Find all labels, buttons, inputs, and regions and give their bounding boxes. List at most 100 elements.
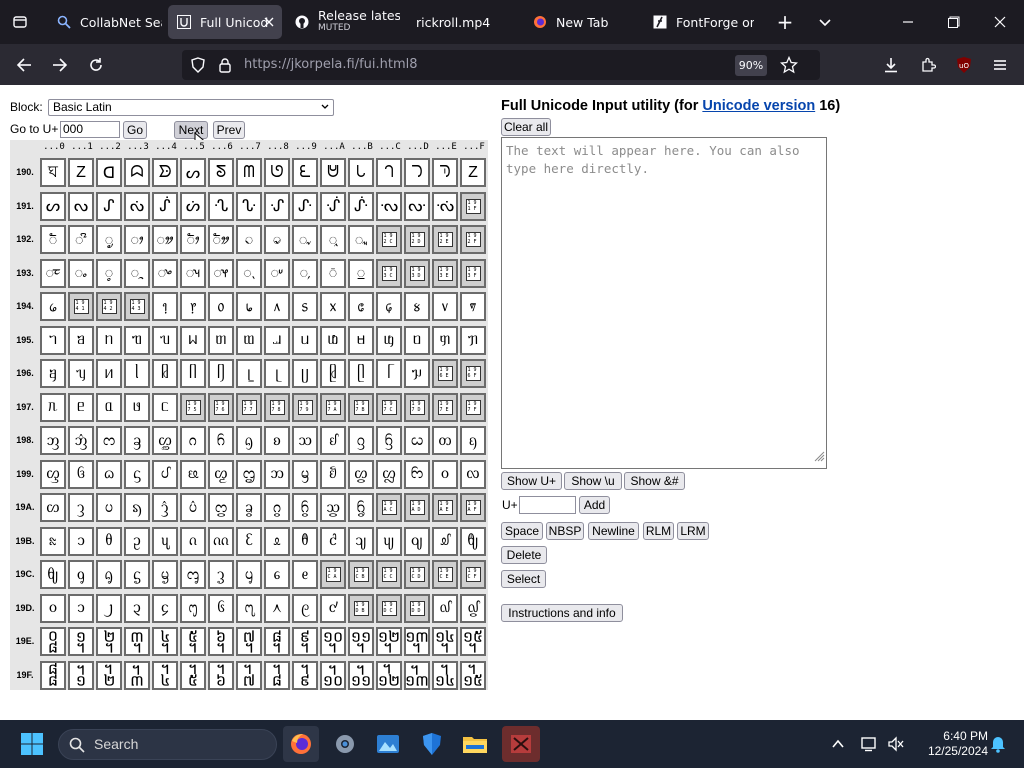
back-button[interactable] bbox=[10, 51, 38, 79]
char-cell[interactable]: ᦳ bbox=[124, 526, 150, 556]
char-cell[interactable]: ◌ᤱ bbox=[68, 258, 94, 288]
char-cell[interactable]: ᔛ bbox=[320, 191, 346, 221]
char-cell[interactable]: ᦎ bbox=[432, 426, 458, 455]
photos-taskbar-icon[interactable] bbox=[372, 728, 404, 760]
tab-4[interactable]: rickroll.mp4 bbox=[404, 5, 518, 39]
char-cell[interactable]: ᥖ bbox=[208, 325, 234, 355]
char-cell[interactable]: ᦧ bbox=[236, 493, 262, 522]
char-cell[interactable]: ᧒ bbox=[96, 593, 122, 623]
char-cell[interactable]: ᥙ bbox=[292, 325, 318, 355]
char-cell[interactable]: 197D bbox=[404, 392, 430, 422]
char-cell[interactable]: 1977 bbox=[236, 392, 262, 422]
menu-icon[interactable] bbox=[986, 51, 1014, 79]
char-cell[interactable]: ᥨ bbox=[264, 359, 290, 388]
char-cell[interactable]: ᦋ bbox=[348, 426, 374, 455]
char-cell[interactable]: ᥳ bbox=[124, 392, 150, 422]
clock[interactable]: 6:40 PM 12/25/2024 bbox=[920, 729, 988, 759]
char-cell[interactable]: ᔕ bbox=[40, 191, 66, 221]
char-cell[interactable]: 19AC bbox=[376, 493, 402, 522]
char-cell[interactable]: ◌ᤢ bbox=[96, 225, 122, 254]
char-cell[interactable]: ᧩ bbox=[292, 627, 318, 656]
tab-6[interactable]: FontForge on bbox=[644, 5, 754, 39]
ublock-origin-icon[interactable]: uO bbox=[950, 51, 978, 79]
windows-start-icon[interactable] bbox=[16, 728, 48, 760]
char-cell[interactable]: ᧯ bbox=[460, 627, 486, 656]
nbsp-button[interactable]: NBSP bbox=[546, 522, 584, 540]
char-cell[interactable]: ᥆ bbox=[208, 292, 234, 321]
close-window-button[interactable] bbox=[986, 8, 1014, 36]
char-cell[interactable]: ᗰ bbox=[236, 158, 262, 187]
char-cell[interactable]: ᦼ bbox=[376, 526, 402, 556]
clear-all-button[interactable]: Clear all bbox=[501, 118, 551, 136]
char-cell[interactable]: ◌ᤪ bbox=[320, 225, 346, 254]
reload-button[interactable] bbox=[82, 51, 110, 79]
fontforge-taskbar-icon[interactable] bbox=[502, 726, 540, 762]
char-cell[interactable]: ᧇ bbox=[236, 560, 262, 589]
char-cell[interactable]: ᦻ bbox=[348, 526, 374, 556]
char-cell[interactable]: ◌ᤤ bbox=[152, 225, 178, 254]
char-cell[interactable]: ◌ᤸ bbox=[264, 258, 290, 288]
char-cell[interactable]: ᧗ bbox=[236, 593, 262, 623]
char-cell[interactable]: ᧻ bbox=[348, 660, 374, 690]
char-cell[interactable]: ᥭ bbox=[404, 359, 430, 388]
char-cell[interactable]: ᥛ bbox=[348, 325, 374, 355]
new-tab-button[interactable]: + bbox=[771, 8, 799, 36]
notification-bell-icon[interactable] bbox=[984, 728, 1012, 760]
char-cell[interactable]: 1942 bbox=[96, 292, 122, 321]
char-cell[interactable]: 1979 bbox=[292, 392, 318, 422]
char-cell[interactable]: ᦢ bbox=[96, 493, 122, 522]
char-cell[interactable]: ᥅ bbox=[180, 292, 206, 321]
char-cell[interactable]: 192C bbox=[376, 225, 402, 254]
char-cell[interactable]: ᔝ bbox=[376, 191, 402, 221]
delete-button[interactable]: Delete bbox=[501, 546, 547, 564]
char-cell[interactable]: 197A bbox=[320, 392, 346, 422]
char-cell[interactable]: ᧺ bbox=[320, 660, 346, 690]
extensions-icon[interactable] bbox=[914, 51, 942, 79]
char-cell[interactable]: ᥀ bbox=[40, 292, 66, 321]
tab-1[interactable]: CollabNet Sea bbox=[48, 5, 162, 39]
char-cell[interactable]: ঘ bbox=[40, 158, 66, 187]
char-cell[interactable]: ᧀ bbox=[40, 560, 66, 589]
rlm-button[interactable]: RLM bbox=[643, 522, 674, 540]
char-cell[interactable]: ᥬ bbox=[376, 359, 402, 388]
block-select[interactable]: Basic Latin bbox=[48, 99, 334, 116]
char-cell[interactable]: ᦽ bbox=[404, 526, 430, 556]
downloads-icon[interactable] bbox=[877, 51, 905, 79]
char-cell[interactable]: ᦲ bbox=[96, 526, 122, 556]
char-cell[interactable]: ᧅ bbox=[180, 560, 206, 589]
char-cell[interactable]: ◌ᤣ bbox=[124, 225, 150, 254]
tab-list-icon[interactable] bbox=[6, 8, 34, 36]
char-cell[interactable]: ᦛ bbox=[348, 459, 374, 489]
char-cell[interactable]: 196F bbox=[460, 359, 486, 388]
char-cell[interactable]: ᧾ bbox=[432, 660, 458, 690]
char-cell[interactable]: 19DD bbox=[404, 593, 430, 623]
char-cell[interactable]: ᧰ bbox=[40, 660, 66, 690]
char-cell[interactable]: ᧫ bbox=[348, 627, 374, 656]
char-cell[interactable]: ᦚ bbox=[320, 459, 346, 489]
prev-button[interactable]: Prev bbox=[213, 121, 245, 139]
char-cell[interactable]: ◌ᤩ bbox=[292, 225, 318, 254]
char-cell[interactable]: ᧚ bbox=[320, 593, 346, 623]
char-cell[interactable]: ᧤ bbox=[152, 627, 178, 656]
select-button[interactable]: Select bbox=[501, 570, 546, 588]
char-cell[interactable]: ᥟ bbox=[460, 325, 486, 355]
char-cell[interactable]: ᦶ bbox=[208, 526, 234, 556]
char-cell[interactable]: 193C bbox=[376, 258, 402, 288]
char-cell[interactable]: ᘄ bbox=[404, 158, 430, 187]
char-cell[interactable]: 197E bbox=[432, 392, 458, 422]
char-cell[interactable]: ᧬ bbox=[376, 627, 402, 656]
zoom-level[interactable]: 90% bbox=[735, 55, 767, 76]
char-cell[interactable]: 196E bbox=[432, 359, 458, 388]
char-cell[interactable]: ᥕ bbox=[180, 325, 206, 355]
char-cell[interactable]: ᥎ bbox=[432, 292, 458, 321]
char-cell[interactable]: ◌᤹ bbox=[292, 258, 318, 288]
char-cell[interactable]: ᦷ bbox=[236, 526, 262, 556]
char-cell[interactable]: ᔟ bbox=[432, 191, 458, 221]
char-cell[interactable]: ᔓ bbox=[68, 191, 94, 221]
tab-3[interactable]: Release latest MUTED bbox=[286, 5, 400, 39]
char-cell[interactable]: ᦠ bbox=[40, 493, 66, 522]
char-cell[interactable]: ᥞ bbox=[432, 325, 458, 355]
char-cell[interactable]: ᦉ bbox=[292, 426, 318, 455]
char-cell[interactable]: ᧞ bbox=[432, 593, 458, 623]
newline-button[interactable]: Newline bbox=[588, 522, 639, 540]
